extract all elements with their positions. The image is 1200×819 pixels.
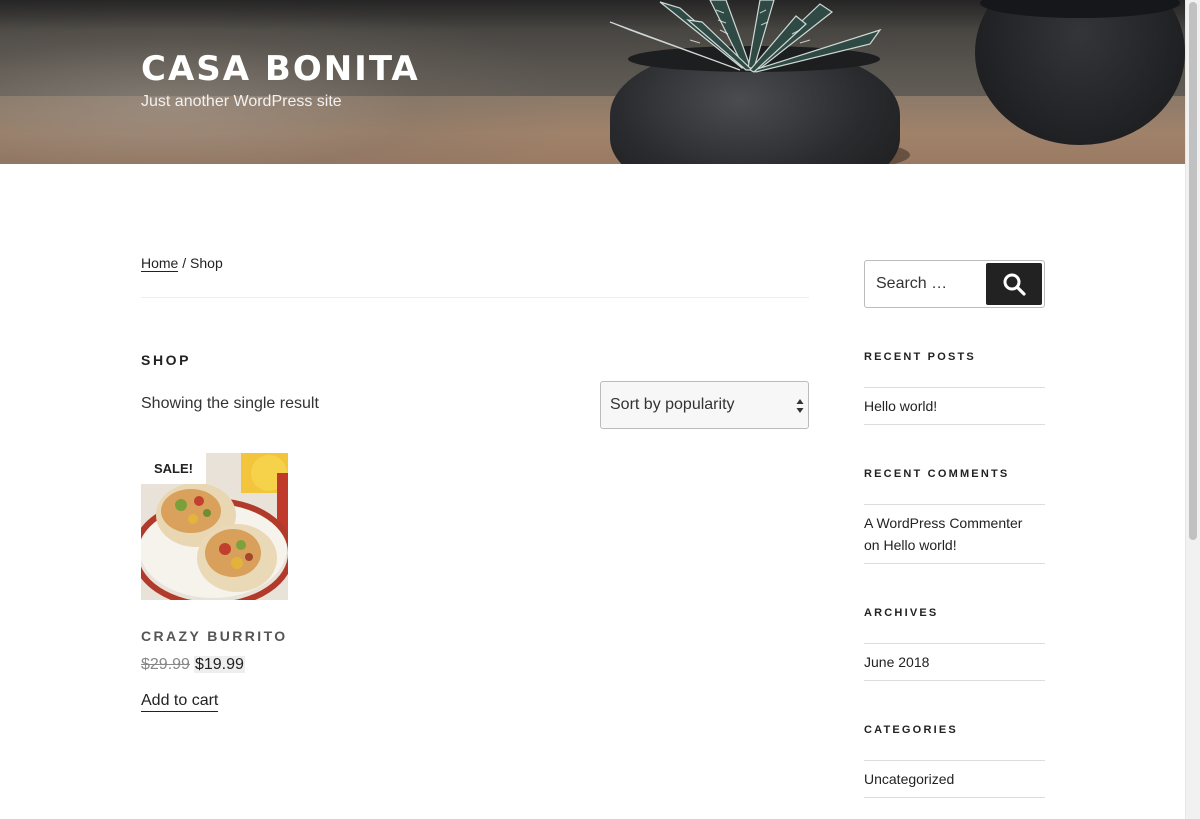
list-item: A WordPress Commenter on Hello world! (864, 505, 1045, 563)
page-title: SHOP (141, 352, 192, 368)
breadcrumb-home-link[interactable]: Home (141, 255, 179, 272)
archive-link[interactable]: June 2018 (864, 654, 929, 670)
recent-posts-list: Hello world! (864, 387, 1045, 425)
categories-title: CATEGORIES (864, 724, 958, 736)
categories-list: Uncategorized (864, 760, 1045, 798)
comment-on-text: on (864, 537, 880, 553)
header-image-plant (609, 0, 882, 73)
sale-badge: SALE! (141, 453, 206, 484)
site-title[interactable]: CASA BONITA (141, 49, 420, 89)
result-count: Showing the single result (141, 395, 319, 412)
search-icon (1003, 273, 1026, 296)
recent-comments-title: RECENT COMMENTS (864, 468, 1010, 480)
site-branding: CASA BONITA Just another WordPress site (141, 49, 420, 112)
list-item: Hello world! (864, 388, 1045, 424)
recent-post-link[interactable]: Hello world! (864, 398, 937, 414)
search-input[interactable]: Search … (876, 261, 947, 307)
orderby-select[interactable]: Sort by popularity (600, 381, 809, 429)
product-card: SALE! CRAZY BURRITO $29.99 $19.99 Add to … (141, 453, 288, 712)
breadcrumb-divider (141, 297, 809, 298)
breadcrumb-current: Shop (190, 255, 223, 271)
search-form: Search … (864, 260, 1045, 308)
list-item: June 2018 (864, 644, 1045, 680)
recent-comments-list: A WordPress Commenter on Hello world! (864, 504, 1045, 564)
site-header: CASA BONITA Just another WordPress site (0, 0, 1185, 164)
search-button[interactable] (986, 263, 1042, 305)
orderby-selected-value: Sort by popularity (610, 396, 735, 413)
site-description: Just another WordPress site (141, 93, 342, 110)
list-item: Uncategorized (864, 761, 1045, 797)
page-scrollbar[interactable] (1185, 0, 1200, 819)
breadcrumb: Home / Shop (141, 254, 223, 272)
sale-price: $19.99 (193, 656, 245, 673)
product-title[interactable]: CRAZY BURRITO (141, 627, 288, 645)
regular-price: $29.99 (141, 656, 190, 673)
breadcrumb-separator: / (178, 255, 191, 271)
add-to-cart-button[interactable]: Add to cart (141, 691, 219, 712)
archives-list: June 2018 (864, 643, 1045, 681)
comment-author-link[interactable]: A WordPress Commenter (864, 515, 1022, 531)
archives-title: ARCHIVES (864, 607, 939, 619)
category-link[interactable]: Uncategorized (864, 771, 954, 787)
recent-posts-title: RECENT POSTS (864, 351, 976, 363)
scrollbar-thumb[interactable] (1189, 2, 1197, 540)
product-price: $29.99 $19.99 (141, 654, 245, 676)
comment-post-link[interactable]: Hello world! (883, 537, 956, 553)
product-image[interactable]: SALE! (141, 453, 288, 600)
select-arrows-icon (796, 399, 804, 413)
